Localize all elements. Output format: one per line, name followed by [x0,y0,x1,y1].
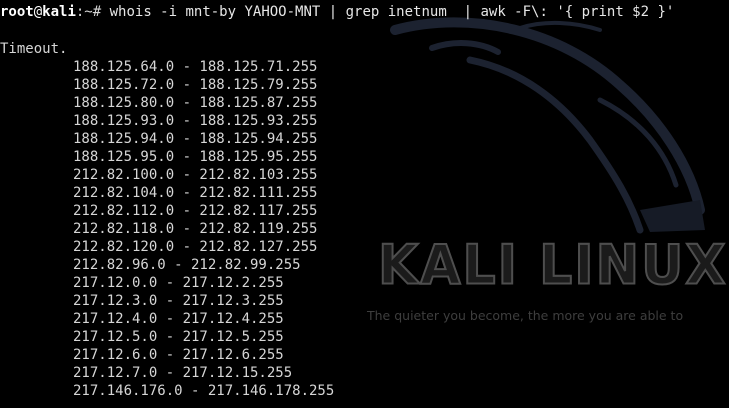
ip-range-line: 188.125.95.0 - 188.125.95.255 [73,149,318,165]
ip-range-line: 217.146.176.0 - 217.146.178.255 [73,383,335,399]
ip-range-line: 212.82.112.0 - 212.82.117.255 [73,203,318,219]
ip-range-line: 188.125.93.0 - 188.125.93.255 [73,113,318,129]
timeout-message: Timeout. [0,41,68,57]
ip-range-line: 217.12.3.0 - 217.12.3.255 [73,293,284,309]
ip-range-line: 188.125.94.0 - 188.125.94.255 [73,131,318,147]
ip-range-line: 188.125.72.0 - 188.125.79.255 [73,77,318,93]
prompt-host: kali [42,4,76,20]
ip-range-line: 217.12.6.0 - 217.12.6.255 [73,347,284,363]
terminal-output[interactable]: root@kali:~# whois -i mnt-by YAHOO-MNT |… [0,0,729,408]
ip-range-line: 212.82.96.0 - 212.82.99.255 [73,257,301,273]
prompt-user: root [0,4,34,20]
ip-range-line: 188.125.80.0 - 188.125.87.255 [73,95,318,111]
ip-range-line: 212.82.120.0 - 212.82.127.255 [73,239,318,255]
prompt-path: :~# [75,4,102,20]
ip-range-line: 212.82.118.0 - 212.82.119.255 [73,221,318,237]
command-prompt-line: root@kali:~# whois -i mnt-by YAHOO-MNT |… [0,3,674,21]
ip-range-line: 188.125.64.0 - 188.125.71.255 [73,59,318,75]
ip-range-line: 212.82.100.0 - 212.82.103.255 [73,167,318,183]
ip-range-line: 212.82.104.0 - 212.82.111.255 [73,185,318,201]
ip-range-line: 217.12.0.0 - 217.12.2.255 [73,275,284,291]
ip-range-line: 217.12.4.0 - 217.12.4.255 [73,311,284,327]
ip-range-line: 217.12.5.0 - 217.12.5.255 [73,329,284,345]
command-text: whois -i mnt-by YAHOO-MNT | grep inetnum… [101,4,675,20]
ip-range-line: 217.12.7.0 - 217.12.15.255 [73,365,293,381]
prompt-at: @ [33,4,43,20]
